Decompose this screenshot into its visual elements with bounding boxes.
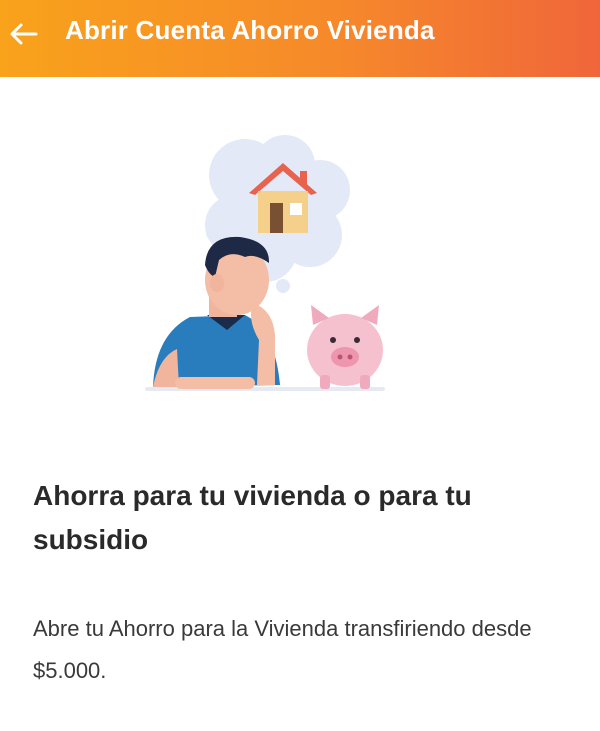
section-heading: Ahorra para tu vivienda o para tu subsid… <box>33 480 472 555</box>
back-button[interactable] <box>4 14 44 54</box>
person-thinking <box>153 236 280 389</box>
savings-illustration <box>145 135 385 391</box>
arrow-left-icon <box>10 23 38 45</box>
page-title: Abrir Cuenta Ahorro Vivienda <box>65 15 435 45</box>
piggy-bank-icon <box>307 305 383 389</box>
section-description: Abre tu Ahorro para la Vivienda transfir… <box>33 616 532 683</box>
app-bar: Abrir Cuenta Ahorro Vivienda <box>0 0 600 77</box>
